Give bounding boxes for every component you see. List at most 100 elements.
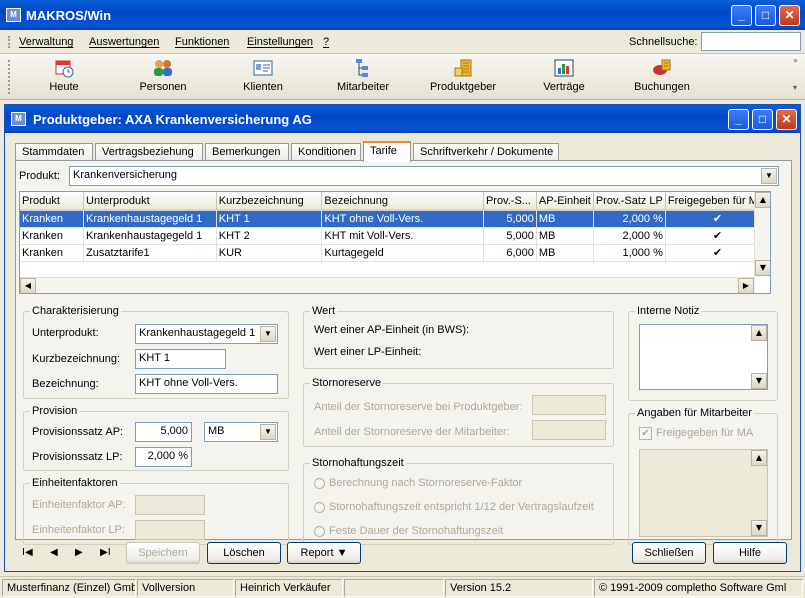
provision-title: Provision: [30, 405, 80, 417]
scroll-down-icon: ▼: [751, 520, 767, 536]
col-unterprodukt[interactable]: Unterprodukt: [83, 192, 217, 211]
haftung-opt2-label: Stornohaftungszeit entspricht 1/12 der V…: [329, 501, 594, 513]
provisionssatz-ap-input[interactable]: 5,000: [135, 422, 192, 442]
bezeichnung-input[interactable]: KHT ohne Voll-Vers.: [135, 374, 278, 394]
col-ap-einheit[interactable]: AP-Einheit: [536, 192, 594, 211]
nav-last-button[interactable]: ▶I: [100, 547, 111, 558]
menu-verwaltung[interactable]: Verwaltung: [19, 36, 73, 48]
child-minimize-button[interactable]: _: [728, 109, 749, 130]
scroll-up-icon[interactable]: ▲: [755, 192, 770, 208]
chevron-down-icon[interactable]: ▼: [260, 424, 276, 440]
col-produkt[interactable]: Produkt: [20, 192, 85, 211]
nav-first-button[interactable]: I◀: [22, 547, 33, 558]
child-close-button[interactable]: ✕: [776, 109, 797, 130]
menu-einstellungen[interactable]: Einstellungen: [247, 36, 313, 48]
menu-help[interactable]: ?: [323, 36, 329, 48]
toolbar-heute-button[interactable]: Heute: [44, 58, 84, 93]
col-bezeichnung[interactable]: Bezeichnung: [321, 192, 484, 211]
scroll-down-icon[interactable]: ▼: [755, 260, 770, 276]
charakterisierung-title: Charakterisierung: [30, 305, 121, 317]
nav-next-button[interactable]: ▶: [75, 547, 83, 558]
cell-bez: KHT ohne Voll-Vers.: [321, 210, 484, 228]
tab-schriftverkehr[interactable]: Schriftverkehr / Dokumente: [413, 143, 559, 161]
ap-unit-select[interactable]: MB ▼: [204, 422, 278, 442]
cell-lp: 2,000 %: [593, 227, 666, 245]
toolbar-mitarbeiter-label: Mitarbeiter: [337, 81, 389, 93]
storno-ma-label: Anteil der Stornoreserve der Mitarbeiter…: [314, 426, 510, 438]
kurzbezeichnung-input[interactable]: KHT 1: [135, 349, 226, 369]
interne-notiz-textarea[interactable]: ▲ ▼: [639, 324, 768, 390]
cell-ap: MB: [536, 210, 594, 228]
cell-lp: 1,000 %: [593, 244, 666, 262]
scroll-right-icon[interactable]: ▶: [738, 278, 754, 293]
kurzbezeichnung-label: Kurzbezeichnung:: [32, 353, 121, 365]
col-kurzbezeichnung[interactable]: Kurzbezeichnung: [216, 192, 323, 211]
child-maximize-button[interactable]: □: [752, 109, 773, 130]
chevron-down-icon[interactable]: ▼: [260, 326, 276, 342]
toolbar-overflow-icon[interactable]: » ▾: [793, 56, 803, 98]
tab-konditionen[interactable]: Konditionen: [291, 143, 361, 161]
minimize-button[interactable]: _: [731, 5, 752, 26]
people-icon: [154, 60, 172, 76]
provisionssatz-lp-input[interactable]: 2,000 %: [135, 447, 192, 467]
mitarbeiter-group: Angaben für Mitarbeiter ✔ Freigegeben fü…: [628, 407, 778, 545]
status-empty: [344, 579, 444, 597]
interne-notiz-group: Interne Notiz ▲ ▼: [628, 305, 778, 401]
main-toolbar: Heute Personen Klienten Mitarbeiter Prod…: [0, 54, 805, 100]
freigabe-label: Freigegeben für MA: [656, 427, 754, 439]
calendar-clock-icon: [55, 60, 74, 78]
chevron-down-icon[interactable]: ▼: [761, 168, 777, 184]
id-card-icon: [253, 60, 273, 76]
mitarbeiter-textarea: ▲ ▼: [639, 449, 768, 537]
loeschen-button[interactable]: Löschen: [207, 542, 281, 564]
close-button[interactable]: ✕: [779, 5, 800, 26]
produktgeber-window: M Produktgeber: AXA Krankenversicherung …: [4, 104, 801, 572]
table-row[interactable]: Kranken Krankenhaustagegeld 1 KHT 2 KHT …: [20, 227, 770, 245]
schliessen-button[interactable]: Schließen: [632, 542, 706, 564]
col-prov-satz-lp[interactable]: Prov.-Satz LP: [593, 192, 666, 211]
einheitenfaktoren-title: Einheitenfaktoren: [30, 477, 120, 489]
cell-produkt: Kranken: [20, 244, 85, 262]
col-prov-satz[interactable]: Prov.-S...: [483, 192, 537, 211]
nav-prev-button[interactable]: ◀: [50, 547, 58, 558]
table-row[interactable]: Kranken Krankenhaustagegeld 1 KHT 1 KHT …: [20, 210, 770, 228]
scroll-left-icon[interactable]: ◀: [20, 278, 36, 293]
table-row[interactable]: Kranken Zusatztarife1 KUR Kurtagegeld 6,…: [20, 244, 770, 262]
toolbar-vertraege-button[interactable]: Verträge: [540, 58, 588, 93]
haftung-opt3-label: Feste Dauer der Stornohaftungszeit: [329, 525, 504, 537]
toolbar-personen-button[interactable]: Personen: [138, 58, 188, 93]
tab-tarife[interactable]: Tarife: [363, 141, 411, 162]
toolbar-klienten-button[interactable]: Klienten: [240, 58, 286, 93]
menu-auswertungen[interactable]: Auswertungen: [89, 36, 159, 48]
child-title: Produktgeber: AXA Krankenversicherung AG: [33, 112, 312, 127]
cell-produkt: Kranken: [20, 227, 85, 245]
tab-vertragsbeziehung[interactable]: Vertragsbeziehung: [95, 143, 203, 161]
building-icon: [454, 59, 472, 77]
tab-bemerkungen[interactable]: Bemerkungen: [205, 143, 289, 161]
unterprodukt-select[interactable]: Krankenhaustagegeld 1 ▼: [135, 324, 278, 344]
product-select[interactable]: Krankenversicherung ▼: [69, 166, 779, 186]
menu-bar: Verwaltung Auswertungen Funktionen Einst…: [0, 30, 805, 54]
toolbar-buchungen-button[interactable]: Buchungen: [634, 58, 690, 93]
maximize-button[interactable]: □: [755, 5, 776, 26]
menu-funktionen[interactable]: Funktionen: [175, 36, 229, 48]
speichern-button[interactable]: Speichern: [126, 542, 200, 564]
status-mandant: Musterfinanz (Einzel) Gmb: [2, 579, 136, 597]
cell-prov: 5,000: [483, 227, 537, 245]
toolbar-mitarbeiter-button[interactable]: Mitarbeiter: [334, 58, 392, 93]
hilfe-button[interactable]: Hilfe: [713, 542, 787, 564]
einheitenfaktoren-group: Einheitenfaktoren Einheitenfaktor AP: Ei…: [23, 477, 289, 545]
table-horizontal-scrollbar[interactable]: ◀ ▶: [20, 277, 755, 293]
status-bar: Musterfinanz (Einzel) Gmb Vollversion He…: [0, 576, 805, 598]
scroll-down-icon[interactable]: ▼: [751, 373, 767, 389]
scroll-up-icon[interactable]: ▲: [751, 325, 767, 341]
quicksearch-input[interactable]: [701, 32, 801, 51]
tab-stammdaten[interactable]: Stammdaten: [15, 143, 93, 161]
table-vertical-scrollbar[interactable]: ▲ ▼: [754, 192, 770, 277]
einheitenfaktor-lp-input: [135, 520, 205, 540]
bookings-icon: [653, 59, 671, 75]
toolbar-produktgeber-button[interactable]: Produktgeber: [428, 58, 498, 93]
org-chart-icon: [356, 59, 368, 77]
report-button[interactable]: Report ▼: [287, 542, 361, 564]
product-select-value: Krankenversicherung: [73, 169, 177, 181]
